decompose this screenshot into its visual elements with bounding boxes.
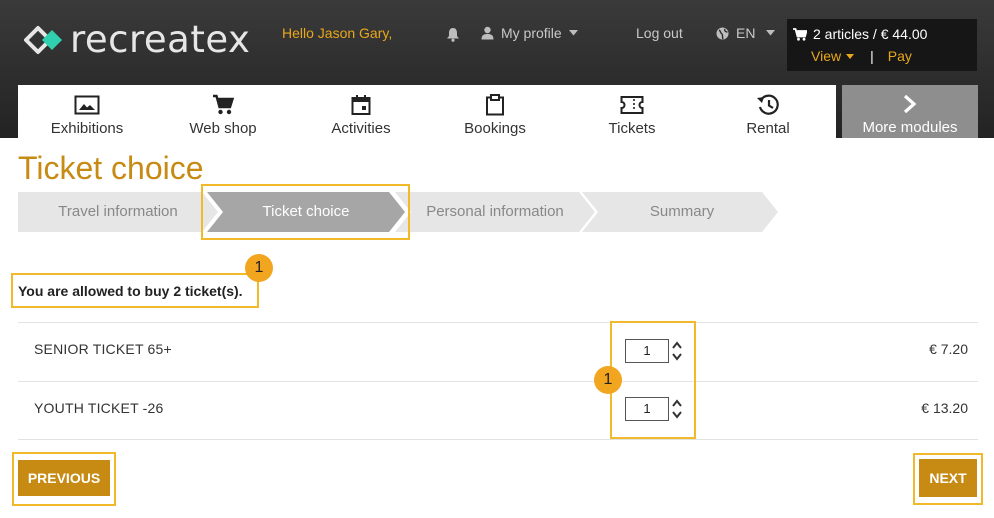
- step-personal-information[interactable]: Personal information: [395, 192, 595, 232]
- ticket-price: € 13.20: [921, 400, 968, 416]
- clipboard-icon: [486, 94, 504, 116]
- logout-link[interactable]: Log out: [636, 25, 683, 41]
- nav-label: Tickets: [608, 120, 656, 137]
- nav-item-web-shop[interactable]: Web shop: [178, 85, 268, 138]
- language-label: EN: [736, 25, 756, 41]
- more-modules-label: More modules: [862, 119, 958, 136]
- language-selector[interactable]: EN: [716, 25, 776, 41]
- greeting: Hello Jason Gary,: [282, 25, 393, 41]
- history-icon: [757, 94, 779, 115]
- nav-item-tickets[interactable]: Tickets: [590, 85, 674, 138]
- nav-item-activities[interactable]: Activities: [316, 85, 406, 138]
- my-profile-label: My profile: [501, 25, 562, 41]
- callout-badge: 1: [594, 366, 622, 394]
- image-icon: [74, 95, 100, 115]
- row-divider: [18, 322, 978, 323]
- caret-down-icon: [846, 53, 855, 59]
- nav-label: Bookings: [464, 120, 526, 137]
- step-travel-information[interactable]: Travel information: [18, 192, 218, 232]
- caret-down-icon: [568, 30, 578, 36]
- user-icon: [481, 26, 494, 40]
- globe-icon: [716, 27, 729, 39]
- next-button[interactable]: NEXT: [919, 459, 977, 497]
- more-modules-button[interactable]: More modules: [842, 85, 978, 138]
- cart-summary[interactable]: 2 articles / € 44.00: [793, 26, 927, 42]
- ticket-name: SENIOR TICKET 65+: [34, 341, 172, 357]
- my-profile-menu[interactable]: My profile: [481, 25, 578, 41]
- cart-box: 2 articles / € 44.00 View | Pay: [787, 19, 977, 71]
- quantity-highlight-frame: [610, 321, 696, 439]
- previous-button[interactable]: PREVIOUS: [18, 460, 110, 496]
- logo-diamond-icon: [24, 26, 62, 54]
- ticket-icon: [620, 96, 644, 114]
- bell-icon[interactable]: [446, 27, 460, 47]
- callout-badge: 1: [245, 254, 273, 282]
- calendar-icon: [351, 95, 371, 115]
- nav-item-rental[interactable]: Rental: [726, 85, 810, 138]
- nav-item-exhibitions[interactable]: Exhibitions: [43, 85, 131, 138]
- cart-summary-text: 2 articles / € 44.00: [813, 26, 928, 42]
- step-summary[interactable]: Summary: [582, 192, 782, 232]
- caret-down-icon: [766, 30, 776, 36]
- page-title: Ticket choice: [18, 150, 204, 186]
- nav-label: Rental: [746, 120, 790, 137]
- nav-item-bookings[interactable]: Bookings: [450, 85, 540, 138]
- ticket-price: € 7.20: [929, 341, 968, 357]
- cart-icon: [213, 94, 234, 115]
- row-divider: [18, 381, 978, 382]
- logo[interactable]: recreatex: [24, 20, 250, 60]
- nav-label: Web shop: [189, 120, 257, 137]
- cart-separator: |: [870, 48, 874, 64]
- chevron-right-icon: [903, 94, 917, 114]
- ticket-name: YOUTH TICKET -26: [34, 400, 164, 416]
- nav-label: Activities: [331, 120, 391, 137]
- row-divider: [18, 439, 978, 440]
- cart-pay-link[interactable]: Pay: [888, 48, 912, 64]
- nav-label: Exhibitions: [50, 120, 124, 137]
- logo-text: recreatex: [70, 18, 251, 61]
- allowed-tickets-text: You are allowed to buy 2 ticket(s).: [18, 283, 243, 299]
- cart-view-link[interactable]: View: [811, 48, 855, 64]
- cart-icon: [793, 27, 807, 41]
- main-nav: Exhibitions Web shop Activities Bookings…: [18, 85, 836, 138]
- step-highlight-frame: [201, 184, 410, 240]
